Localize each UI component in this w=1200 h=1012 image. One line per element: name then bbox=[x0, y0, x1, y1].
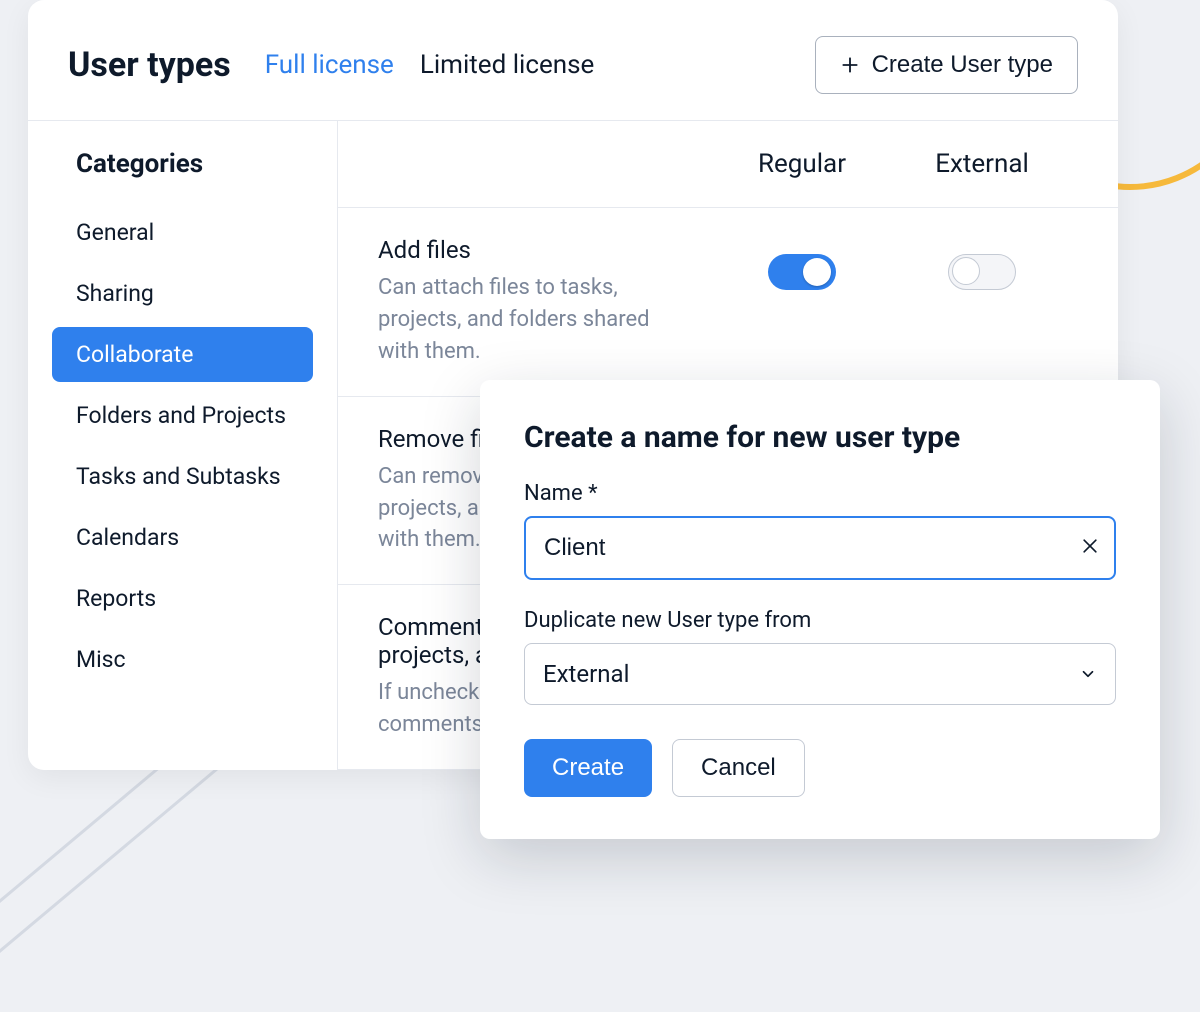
sidebar-item-sharing[interactable]: Sharing bbox=[52, 266, 313, 321]
permission-text: Add files Can attach files to tasks, pro… bbox=[378, 236, 712, 368]
sidebar-item-misc[interactable]: Misc bbox=[52, 632, 313, 687]
sidebar-title: Categories bbox=[52, 149, 313, 179]
create-user-type-button[interactable]: Create User type bbox=[815, 36, 1078, 94]
name-input-wrap bbox=[524, 516, 1116, 580]
duplicate-label: Duplicate new User type from bbox=[524, 608, 1116, 633]
duplicate-from-select[interactable]: External bbox=[524, 643, 1116, 705]
column-head-regular: Regular bbox=[712, 149, 892, 179]
create-user-type-modal: Create a name for new user type Name * D… bbox=[480, 380, 1160, 839]
sidebar-item-tasks[interactable]: Tasks and Subtasks bbox=[52, 449, 313, 504]
page-title: User types bbox=[68, 45, 231, 85]
toggle-cell-external bbox=[892, 236, 1072, 290]
toggle-cell-regular bbox=[712, 236, 892, 290]
permission-title: Add files bbox=[378, 236, 692, 264]
toggle-add-files-regular[interactable] bbox=[768, 254, 836, 290]
name-input[interactable] bbox=[524, 516, 1116, 580]
tab-limited-license[interactable]: Limited license bbox=[420, 50, 594, 80]
create-button[interactable]: Create bbox=[524, 739, 652, 797]
close-icon bbox=[1080, 536, 1100, 556]
permission-row-add-files: Add files Can attach files to tasks, pro… bbox=[338, 208, 1118, 397]
sidebar-item-folders[interactable]: Folders and Projects bbox=[52, 388, 313, 443]
sidebar-item-reports[interactable]: Reports bbox=[52, 571, 313, 626]
column-head-external: External bbox=[892, 149, 1072, 179]
sidebar-item-calendars[interactable]: Calendars bbox=[52, 510, 313, 565]
permission-desc: Can attach files to tasks, projects, and… bbox=[378, 272, 692, 368]
modal-title: Create a name for new user type bbox=[524, 420, 1116, 455]
toggle-knob bbox=[803, 258, 831, 286]
plus-icon bbox=[840, 55, 860, 75]
header-spacer bbox=[378, 149, 712, 179]
create-user-type-label: Create User type bbox=[872, 51, 1053, 79]
column-headers: Regular External bbox=[338, 121, 1118, 208]
chevron-down-icon bbox=[1079, 665, 1097, 683]
modal-actions: Create Cancel bbox=[524, 739, 1116, 797]
duplicate-from-value: External bbox=[543, 660, 629, 688]
panel-header: User types Full license Limited license … bbox=[28, 0, 1118, 121]
sidebar-item-collaborate[interactable]: Collaborate bbox=[52, 327, 313, 382]
tab-full-license[interactable]: Full license bbox=[265, 50, 394, 80]
cancel-button[interactable]: Cancel bbox=[672, 739, 805, 797]
categories-sidebar: Categories General Sharing Collaborate F… bbox=[28, 121, 338, 770]
license-tabs: Full license Limited license bbox=[265, 50, 781, 80]
sidebar-item-general[interactable]: General bbox=[52, 205, 313, 260]
clear-input-icon[interactable] bbox=[1080, 534, 1100, 562]
toggle-add-files-external[interactable] bbox=[948, 254, 1016, 290]
toggle-knob bbox=[952, 257, 980, 285]
name-label: Name * bbox=[524, 481, 1116, 506]
